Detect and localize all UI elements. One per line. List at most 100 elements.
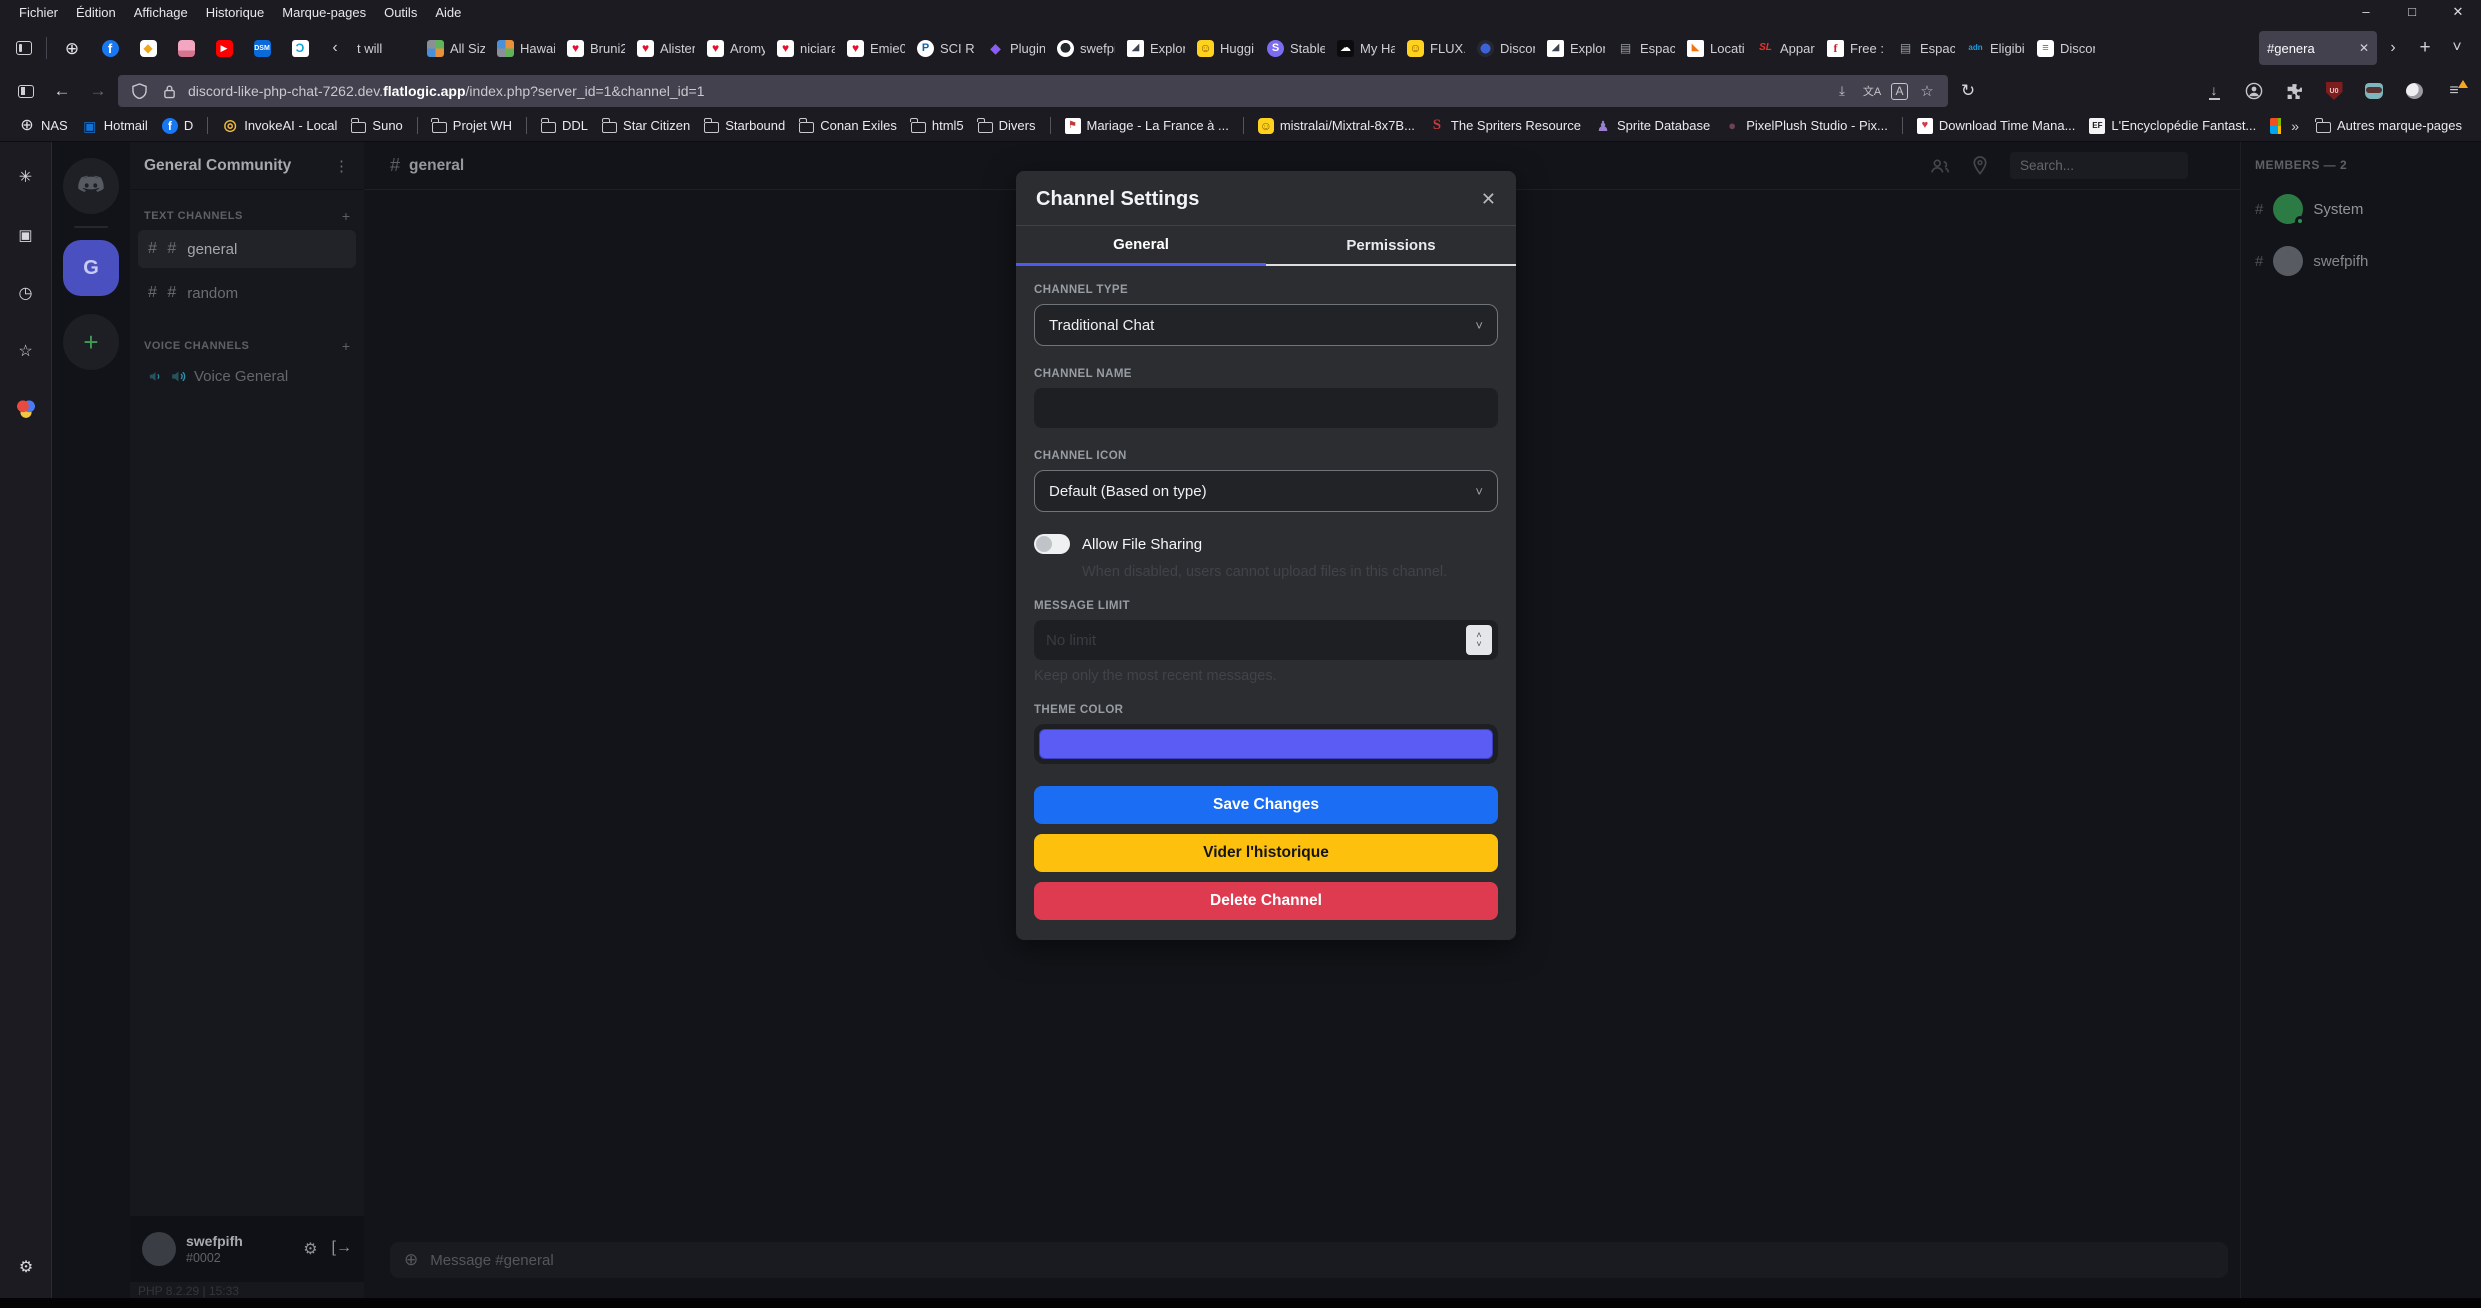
theme-color-picker[interactable] <box>1034 724 1498 764</box>
spin-down-icon[interactable]: ˅ <box>1476 640 1481 649</box>
scroll-tabs-left-button[interactable]: ‹ <box>319 32 351 64</box>
browser-tab[interactable]: f Free : <box>1821 31 1891 65</box>
browser-tab[interactable]: ◢ Explor <box>1121 31 1191 65</box>
bookmark-item[interactable]: ▣ Hotmail <box>75 114 155 138</box>
tab-close-icon[interactable]: ✕ <box>2355 41 2369 55</box>
history-icon[interactable]: ◷ <box>11 278 41 308</box>
scroll-tabs-right-button[interactable]: › <box>2377 32 2409 64</box>
browser-tab[interactable]: swefpi <box>1051 31 1121 65</box>
bookmark-item[interactable]: f D <box>155 114 200 138</box>
forward-button[interactable]: → <box>82 75 114 107</box>
menu-item[interactable]: Outils <box>375 5 426 20</box>
bookmark-item[interactable]: Projet WH <box>425 114 519 138</box>
back-button[interactable]: ← <box>46 75 78 107</box>
save-page-icon[interactable]: ⤓ <box>1831 80 1853 102</box>
browser-tab[interactable]: ◢ Explor <box>1541 31 1611 65</box>
save-changes-button[interactable]: Save Changes <box>1034 786 1498 824</box>
pinned-tab[interactable]: ⊕ <box>53 31 91 65</box>
pinned-tab[interactable] <box>167 31 205 65</box>
pinned-tab[interactable]: ▶ <box>205 31 243 65</box>
home-server-button[interactable] <box>63 158 119 214</box>
bookmark-item[interactable]: Starbound <box>697 114 792 138</box>
channel-name-input[interactable] <box>1034 388 1498 428</box>
menu-item[interactable]: Fichier <box>10 5 67 20</box>
close-button[interactable]: ✕ <box>2435 0 2481 24</box>
browser-tab[interactable]: P SCI RE <box>911 31 981 65</box>
server-menu-icon[interactable]: ⋮ <box>334 157 350 175</box>
menu-item[interactable]: Aide <box>426 5 470 20</box>
browser-tab[interactable]: adn Eligibi <box>1961 31 2031 65</box>
server-button-g[interactable]: G <box>63 240 119 296</box>
account-button[interactable] <box>2237 75 2271 107</box>
url-field[interactable]: discord-like-php-chat-7262.dev.flatlogic… <box>118 75 1948 107</box>
bookmark-item[interactable]: html5 <box>904 114 971 138</box>
browser-tab[interactable]: ♥ Emie0 <box>841 31 911 65</box>
pinned-tab[interactable]: f <box>91 31 129 65</box>
device-sync-icon[interactable]: ▣ <box>11 220 41 250</box>
user-settings-gear-icon[interactable]: ⚙ <box>303 1239 317 1259</box>
channel-item[interactable]: # # general <box>138 230 356 268</box>
server-header[interactable]: General Community ⋮ <box>130 142 364 190</box>
browser-tab[interactable]: ♥ Aromy <box>701 31 771 65</box>
voice-channel-item[interactable]: Voice General <box>130 368 364 385</box>
bookmark-item[interactable]: ♥ Download Time Mana... <box>1910 114 2083 138</box>
add-text-channel-button[interactable]: + <box>342 208 350 224</box>
bookmark-item[interactable]: La connexion Wifi et E... <box>2263 114 2281 138</box>
modal-close-icon[interactable]: ✕ <box>1481 189 1496 210</box>
browser-tab[interactable]: All Siz <box>421 31 491 65</box>
bookmarks-icon[interactable]: ☆ <box>11 336 41 366</box>
logout-icon[interactable]: [→ <box>332 1239 352 1259</box>
bookmark-item[interactable]: Suno <box>344 114 409 138</box>
theme-color-swatch[interactable] <box>1039 729 1493 759</box>
downloads-button[interactable]: ↓ <box>2197 75 2231 107</box>
bookmark-item[interactable]: ☺ mistralai/Mixtral-8x7B... <box>1251 114 1422 138</box>
pinned-tab[interactable]: ◆ <box>129 31 167 65</box>
browser-tab[interactable]: ♥ Bruni2 <box>561 31 631 65</box>
browser-tab[interactable]: S Stable <box>1261 31 1331 65</box>
message-limit-input[interactable] <box>1034 620 1498 660</box>
bookmark-item[interactable]: S The Spriters Resource <box>1422 114 1588 138</box>
browser-tab[interactable]: ◆ Plugin <box>981 31 1051 65</box>
bookmark-item[interactable]: Star Citizen <box>595 114 697 138</box>
file-sharing-toggle[interactable] <box>1034 534 1070 554</box>
sidebar-settings-gear-icon[interactable]: ⚙ <box>11 1252 41 1282</box>
new-tab-button[interactable]: + <box>2409 32 2441 64</box>
browser-tab[interactable]: ▤ Espace ab <box>1891 31 1961 65</box>
number-spinner[interactable]: ˄ ˅ <box>1466 625 1492 655</box>
add-server-button[interactable]: + <box>63 314 119 370</box>
attach-plus-icon[interactable]: ⊕ <box>404 1250 418 1270</box>
colorways-icon[interactable] <box>11 394 41 424</box>
menu-item[interactable]: Historique <box>197 5 274 20</box>
bookmark-item[interactable] <box>1902 117 1903 134</box>
browser-tab[interactable]: ☁ My Ha <box>1331 31 1401 65</box>
delete-channel-button[interactable]: Delete Channel <box>1034 882 1498 920</box>
pin-icon[interactable] <box>1972 156 1988 175</box>
bookmark-item[interactable]: ⚑ Mariage - La France à ... <box>1058 114 1236 138</box>
active-tab[interactable]: #genera ✕ <box>2259 31 2377 65</box>
members-toggle-icon[interactable] <box>1930 157 1950 175</box>
pinned-tab[interactable]: Ɔ <box>281 31 319 65</box>
menu-item[interactable]: Affichage <box>125 5 197 20</box>
browser-tab[interactable]: ◣ Locati <box>1681 31 1751 65</box>
bookmarks-overflow-button[interactable]: » <box>2281 118 2309 134</box>
clear-history-button[interactable]: Vider l'historique <box>1034 834 1498 872</box>
bookmark-item[interactable]: DDL <box>534 114 595 138</box>
bookmark-item[interactable]: ◎ InvokeAI - Local <box>215 114 344 138</box>
search-input[interactable] <box>2010 152 2188 179</box>
minimize-button[interactable]: – <box>2343 0 2389 24</box>
bookmark-item[interactable]: ⊕ NAS <box>12 114 75 138</box>
browser-tab[interactable]: Discor <box>1471 31 1541 65</box>
maximize-button[interactable]: □ <box>2389 0 2435 24</box>
bookmark-star-icon[interactable]: ☆ <box>1916 80 1938 102</box>
member-row[interactable]: # System <box>2255 194 2467 224</box>
channel-type-select[interactable]: Traditional Chat ˅ <box>1034 304 1498 346</box>
browser-tab[interactable]: Hawai <box>491 31 561 65</box>
add-voice-channel-button[interactable]: + <box>342 338 350 354</box>
bookmark-item[interactable]: Conan Exiles <box>792 114 904 138</box>
tab-permissions[interactable]: Permissions <box>1266 226 1516 266</box>
browser-tab[interactable]: ☺ Huggi <box>1191 31 1261 65</box>
app-menu-button[interactable]: ≡ <box>2437 75 2471 107</box>
firefox-view-button[interactable] <box>8 32 40 64</box>
channel-icon-select[interactable]: Default (Based on type) ˅ <box>1034 470 1498 512</box>
message-input[interactable]: ⊕ Message #general <box>390 1242 2228 1278</box>
